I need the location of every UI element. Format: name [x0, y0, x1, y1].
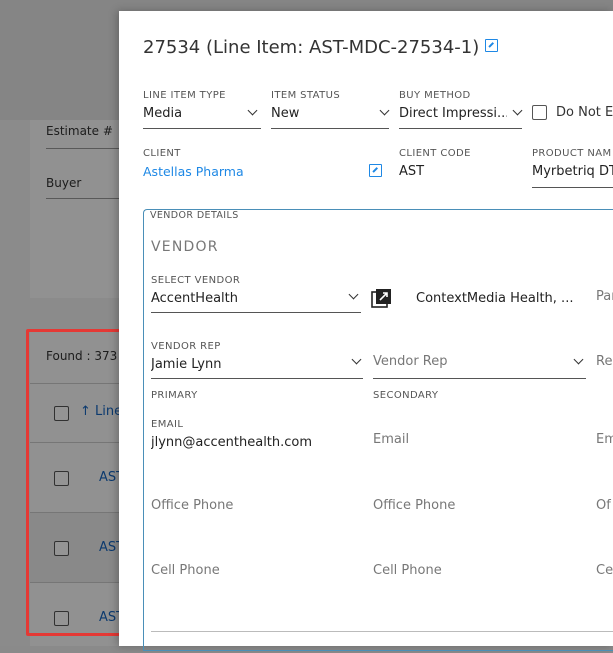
copy-vendor-icon[interactable] — [371, 288, 393, 308]
open-client-icon[interactable] — [369, 164, 382, 177]
primary-label: PRIMARY — [151, 390, 198, 401]
secondary-label: SECONDARY — [373, 390, 439, 401]
client-code-value: AST — [399, 164, 425, 179]
open-external-icon[interactable] — [485, 39, 499, 52]
item-status-select[interactable]: New — [271, 106, 371, 121]
product-name-value[interactable]: Myrbetriq DTC — [532, 164, 613, 179]
chevron-down-icon[interactable] — [247, 105, 258, 116]
primary-email-field[interactable]: jlynn@accenthealth.com — [151, 435, 361, 450]
client-label: CLIENT — [143, 148, 181, 159]
partial-office: Of — [596, 498, 611, 513]
chevron-down-icon[interactable] — [379, 105, 390, 116]
chevron-down-icon[interactable] — [512, 105, 523, 116]
secondary-email-field[interactable]: Email — [373, 432, 409, 447]
vendor-rep-label: VENDOR REP — [151, 341, 221, 352]
alt-vendor-name: ContextMedia Health, ... — [416, 291, 574, 306]
partial-cell: Ce — [596, 563, 613, 578]
line-item-modal: 27534 (Line Item: AST-MDC-27534-1) LINE … — [119, 11, 613, 651]
line-item-type-select[interactable]: Media — [143, 106, 243, 121]
chevron-down-icon[interactable] — [573, 354, 584, 365]
item-status-label: ITEM STATUS — [271, 90, 341, 101]
secondary-cell-phone-field[interactable]: Cell Phone — [373, 563, 442, 578]
vendor-rep-dropdown[interactable]: Jamie Lynn — [151, 357, 341, 372]
email-label: EMAIL — [151, 419, 184, 430]
partial-email: Em — [596, 432, 613, 447]
buy-method-label: BUY METHOD — [399, 90, 471, 101]
line-item-type-label: LINE ITEM TYPE — [143, 90, 226, 101]
chevron-down-icon[interactable] — [348, 289, 359, 300]
modal-title: 27534 (Line Item: AST-MDC-27534-1) — [143, 37, 499, 58]
primary-office-phone-field[interactable]: Office Phone — [151, 498, 233, 513]
vendor-section-title: VENDOR — [151, 239, 219, 255]
client-code-label: CLIENT CODE — [399, 148, 471, 159]
partial-column: Par — [596, 289, 613, 304]
secondary-office-phone-field[interactable]: Office Phone — [373, 498, 455, 513]
select-vendor-dropdown[interactable]: AccentHealth — [151, 291, 341, 306]
vendor-details-panel: VENDOR DETAILS VENDOR SELECT VENDOR Acce… — [143, 209, 613, 651]
secondary-vendor-rep-dropdown[interactable]: Vendor Rep — [373, 354, 448, 369]
do-not-label: Do Not E — [556, 105, 613, 120]
vendor-details-label: VENDOR DETAILS — [150, 210, 239, 221]
partial-rep: Re — [596, 354, 613, 369]
client-link[interactable]: Astellas Pharma — [143, 164, 343, 179]
do-not-checkbox[interactable] — [532, 105, 547, 120]
primary-cell-phone-field[interactable]: Cell Phone — [151, 563, 220, 578]
product-name-label: PRODUCT NAM — [532, 148, 612, 159]
chevron-down-icon[interactable] — [351, 354, 362, 365]
buy-method-select[interactable]: Direct Impressi... — [399, 106, 507, 121]
select-vendor-label: SELECT VENDOR — [151, 275, 241, 286]
